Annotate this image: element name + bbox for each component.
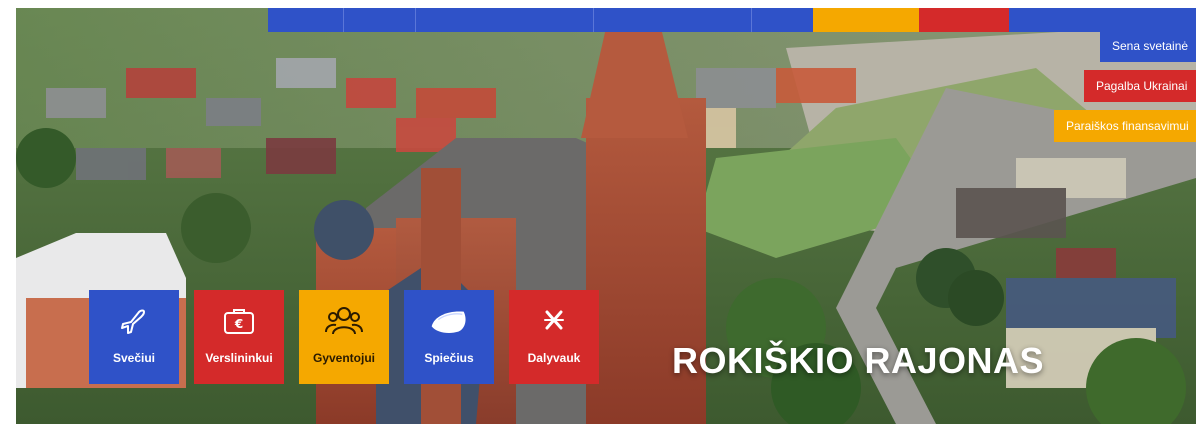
strip-segment — [751, 8, 813, 32]
strip-segment — [919, 8, 1009, 32]
participate-icon — [534, 301, 574, 341]
people-icon — [324, 301, 364, 341]
tile-label: Gyventojui — [312, 351, 375, 365]
briefcase-euro-icon: € — [219, 301, 259, 341]
svg-text:€: € — [234, 317, 243, 331]
tile-label: Spiečius — [424, 351, 474, 365]
airplane-icon — [114, 301, 154, 341]
top-color-strip — [268, 8, 1196, 32]
spiecius-logo-icon — [429, 301, 469, 341]
tile-resident[interactable]: Gyventojui — [299, 290, 389, 384]
strip-segment — [343, 8, 417, 32]
funding-applications-link[interactable]: Paraiškos finansavimui — [1054, 110, 1196, 142]
tile-label: Dalyvauk — [527, 351, 581, 365]
category-tiles: Svečiui € Verslininkui Gyventojui Spieči… — [89, 290, 599, 384]
tile-participate[interactable]: Dalyvauk — [509, 290, 599, 384]
strip-segment — [268, 8, 344, 32]
strip-segment — [593, 8, 752, 32]
old-website-link[interactable]: Sena svetainė — [1100, 30, 1196, 62]
tile-label: Svečiui — [112, 351, 156, 365]
tile-label: Verslininkui — [205, 351, 273, 365]
tile-business[interactable]: € Verslininkui — [194, 290, 284, 384]
tile-guest[interactable]: Svečiui — [89, 290, 179, 384]
tile-spiecius[interactable]: Spiečius — [404, 290, 494, 384]
strip-segment — [812, 8, 920, 32]
strip-segment — [416, 8, 594, 32]
hero-title: ROKIŠKIO RAJONAS — [672, 340, 1045, 381]
strip-segment — [1008, 8, 1196, 32]
help-ukraine-link[interactable]: Pagalba Ukrainai — [1084, 70, 1196, 102]
